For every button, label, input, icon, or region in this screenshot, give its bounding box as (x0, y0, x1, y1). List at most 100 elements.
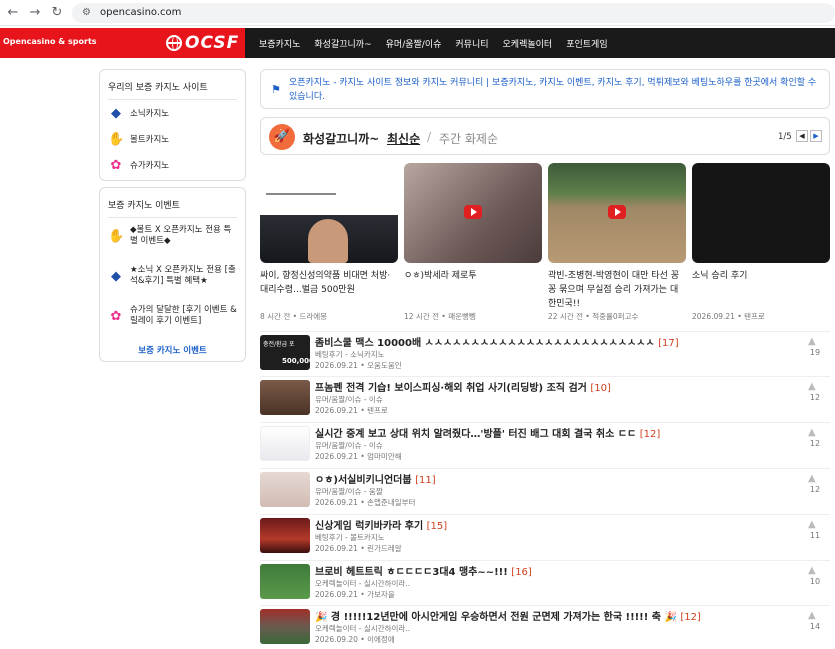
rocket-icon: 🚀 (269, 124, 295, 150)
upvote-icon[interactable]: ▲ (808, 610, 816, 621)
card[interactable]: 곽빈-조병현-박영현이 대만 타선 꽁꽁 묶으며 무실점 승리 가져가는 대한민… (548, 163, 686, 323)
logo-text: OCSF (185, 33, 240, 53)
card-thumbnail[interactable] (548, 163, 686, 263)
nav-item-point-game[interactable]: 포인트게임 (559, 37, 614, 50)
list-item[interactable]: 신상게임 럭키바카라 후기 [15] 베팅후기 - 볼트카지노 2026.09.… (260, 514, 830, 554)
upvote-icon[interactable]: ▲ (808, 427, 816, 438)
upvote-icon[interactable]: ▲ (808, 473, 816, 484)
nav-item-humor[interactable]: 유머/움짤/이슈 (379, 37, 449, 50)
site-settings-icon[interactable]: ⚙ (82, 7, 94, 19)
card-title[interactable]: ㅇㅎ)박세라 제로투 (404, 269, 542, 283)
forward-arrow-icon[interactable]: → (26, 4, 44, 22)
list-item[interactable]: 🎉 경 !!!!!12년만에 아시안게임 우승하면서 전원 군면제 가져가는 한… (260, 605, 830, 645)
list-date-author: 2026.09.21 • 손맵준내일부터 (315, 498, 416, 507)
play-icon[interactable] (608, 205, 626, 219)
event-item-sugar[interactable]: ✿ 슈가의 달달한 [후기 이벤트 & 릴레이 후기 이벤트] (108, 305, 237, 329)
sidebar-item-bolt[interactable]: ✋ 볼트카지노 (108, 132, 237, 148)
sort-weekly-tab[interactable]: 주간 화제순 (439, 130, 498, 147)
vote-count: 12 (809, 485, 821, 494)
casino-events-link[interactable]: 보증 카지노 이벤트 (100, 344, 245, 356)
list-item[interactable]: ㅇㅎ)서실비키니언더붑 [11] 유머/움짤/이슈 - 움짤 2026.09.2… (260, 468, 830, 508)
list-title[interactable]: 실시간 중계 보고 상대 위치 알려줬다…'방플' 터진 배그 대회 결국 취소… (315, 425, 660, 440)
event-item-bolt[interactable]: ✋ ◆볼트 X 오픈카지노 전용 특별 이벤트◆ (108, 225, 237, 249)
list-thumbnail[interactable] (260, 609, 310, 644)
divider (108, 217, 237, 218)
list-thumbnail[interactable] (260, 472, 310, 507)
portrait-shape (308, 219, 348, 263)
list-item[interactable]: 실시간 중계 보고 상대 위치 알려줬다…'방플' 터진 배그 대회 결국 취소… (260, 422, 830, 462)
list-item[interactable]: 브로비 헤트트릭 ㅎㄷㄷㄷㄷ3대4 맹추~~!!! [16] 오케렉놀이터 - … (260, 560, 830, 600)
comment-count: [12] (639, 429, 661, 440)
sonic-icon: ◆ (111, 106, 121, 121)
reload-icon[interactable]: ↻ (48, 4, 66, 22)
list-title[interactable]: ㅇㅎ)서실비키니언더붑 [11] (315, 471, 436, 486)
event-item-label: ★소닉 X 오픈카지노 전용 [출석&후기] 특별 혜택★ (130, 265, 236, 286)
list-thumbnail[interactable]: 충전/환급 포 500,000 (260, 335, 310, 370)
casino-box-title: 우리의 보증 카지노 사이트 (108, 83, 208, 93)
sidebar-item-sugar[interactable]: ✿ 슈가카지노 (108, 158, 237, 174)
board-title[interactable]: 화성갈끄니까~ (303, 130, 379, 147)
thumb-amount: 500,000 (282, 357, 310, 365)
comment-count: [17] (658, 338, 679, 349)
back-arrow-icon[interactable]: ← (4, 4, 22, 22)
card[interactable]: ㅇㅎ)박세라 제로투 12 시간 전 • 매운뻥뼁 (404, 163, 542, 323)
card-title[interactable]: 소닉 승리 후기 (692, 269, 830, 283)
bolt-icon: ✋ (108, 229, 125, 244)
card[interactable]: 소닉 승리 후기 2026.09.21 • 텐프로 (692, 163, 830, 323)
list-thumbnail[interactable] (260, 380, 310, 415)
card-meta: 2026.09.21 • 텐프로 (692, 312, 765, 321)
list-thumbnail[interactable] (260, 564, 310, 599)
nav-item-playground[interactable]: 오케렉놀이터 (496, 37, 560, 50)
sort-latest-tab[interactable]: 최신순 (387, 130, 420, 147)
announcement-banner: ⚑ 오픈카지노 - 카지노 사이트 정보와 카지노 커뮤니티 | 보증카지노, … (260, 69, 830, 109)
casino-events-box: 보증 카지노 이벤트 ✋ ◆볼트 X 오픈카지노 전용 특별 이벤트◆ ◆ ★소… (99, 187, 246, 362)
card-meta: 8 시간 전 • 드라에몽 (260, 312, 328, 321)
prev-page-icon[interactable]: ◀ (796, 130, 808, 142)
upvote-icon[interactable]: ▲ (808, 519, 816, 530)
card-thumbnail[interactable] (260, 163, 398, 263)
nav-item-community[interactable]: 커뮤니티 (448, 37, 495, 50)
list-item[interactable]: 프놈펜 전격 기습! 보이스피싱·해외 취업 사기(리딩방) 조직 검거 [10… (260, 376, 830, 416)
sidebar-item-sonic[interactable]: ◆ 소닉카지노 (108, 106, 237, 122)
nav-item-casino[interactable]: 보증카지노 (252, 37, 307, 50)
card-title[interactable]: 싸이, 향정신성의약품 비대면 처방· 대리수령...벌금 500만원 (260, 269, 398, 297)
list-title[interactable]: 🎉 경 !!!!!12년만에 아시안게임 우승하면서 전원 군면제 가져가는 한… (315, 608, 701, 623)
list-item[interactable]: 충전/환급 포 500,000 좀비스쿨 맥스 10000배 ㅅㅅㅅㅅㅅㅅㅅㅅㅅ… (260, 331, 830, 371)
list-thumbnail[interactable] (260, 426, 310, 461)
card-title[interactable]: 곽빈-조병현-박영현이 대만 타선 꽁꽁 묶으며 무실점 승리 가져가는 대한민… (548, 269, 686, 311)
site-logo[interactable]: OCSF (166, 33, 239, 53)
main-nav: 보증카지노 화성갈끄니까~ 유머/움짤/이슈 커뮤니티 오케렉놀이터 포인트게임 (252, 28, 615, 58)
nav-item-hwaseong[interactable]: 화성갈끄니까~ (307, 37, 378, 50)
thumb-caption: 충전/환급 포 (263, 341, 295, 348)
list-thumbnail[interactable] (260, 518, 310, 553)
card[interactable]: 싸이, 향정신성의약품 비대면 처방· 대리수령...벌금 500만원 8 시간… (260, 163, 398, 323)
list-category: 유머/움짤/이슈 - 이슈 (315, 441, 383, 450)
sidebar-item-label: 슈가카지노 (130, 161, 170, 171)
list-date-author: 2026.09.21 • 린가드레알 (315, 544, 402, 553)
card-thumbnail[interactable] (692, 163, 830, 263)
sugar-icon: ✿ (110, 309, 122, 324)
list-title[interactable]: 신상게임 럭키바카라 후기 [15] (315, 517, 447, 532)
list-title[interactable]: 좀비스쿨 맥스 10000배 ㅅㅅㅅㅅㅅㅅㅅㅅㅅㅅㅅㅅㅅㅅㅅㅅㅅㅅㅅㅅㅅㅅㅅㅅㅅ… (315, 334, 679, 349)
comment-count: [15] (426, 521, 448, 532)
card-thumbnail[interactable] (404, 163, 542, 263)
board-header: 🚀 화성갈끄니까~ 최신순 / 주간 화제순 1/5 ◀ ▶ (260, 117, 830, 155)
list-title[interactable]: 프놈펜 전격 기습! 보이스피싱·해외 취업 사기(리딩방) 조직 검거 [10… (315, 379, 611, 394)
brand-bar: Opencasino & sports OCSF (0, 28, 245, 58)
vote-count: 10 (809, 577, 821, 586)
next-page-icon[interactable]: ▶ (810, 130, 822, 142)
brand-name[interactable]: Opencasino & sports (3, 37, 97, 46)
play-icon[interactable] (464, 205, 482, 219)
list-title[interactable]: 브로비 헤트트릭 ㅎㄷㄷㄷㄷ3대4 맹추~~!!! [16] (315, 563, 532, 578)
list-date-author: 2026.09.20 • 이에정애 (315, 635, 395, 644)
upvote-icon[interactable]: ▲ (808, 336, 816, 347)
event-item-sonic[interactable]: ◆ ★소닉 X 오픈카지노 전용 [출석&후기] 특별 혜택★ (108, 265, 237, 289)
divider (108, 99, 237, 100)
megaphone-icon: ⚑ (271, 83, 281, 96)
card-meta: 22 시간 전 • 적중률0퍼고수 (548, 312, 639, 321)
upvote-icon[interactable]: ▲ (808, 381, 816, 392)
upvote-icon[interactable]: ▲ (808, 565, 816, 576)
sonic-icon: ◆ (111, 269, 121, 284)
comment-count: [16] (511, 567, 532, 578)
address-bar[interactable]: ⚙ opencasino.com (72, 3, 835, 23)
